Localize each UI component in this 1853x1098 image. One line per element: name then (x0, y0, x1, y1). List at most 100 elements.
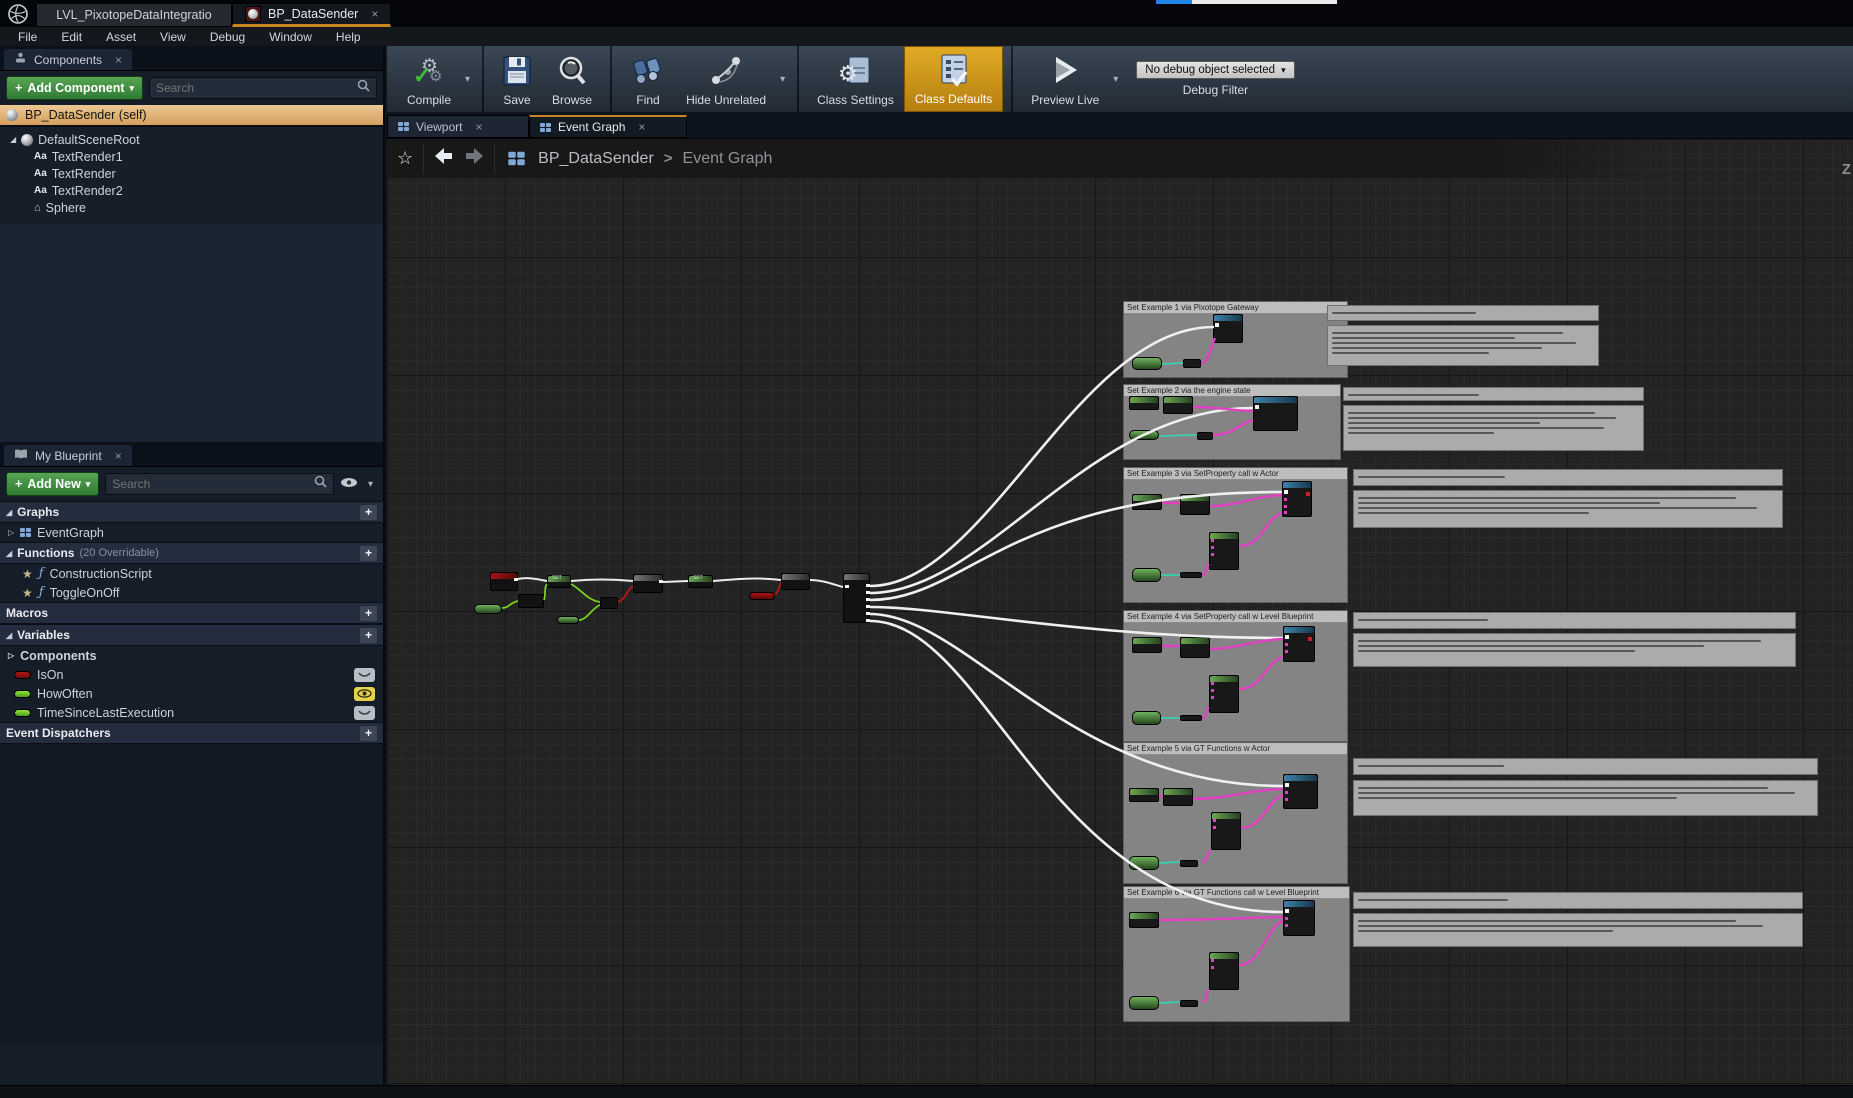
convert-node[interactable] (1180, 572, 1202, 578)
row-variable-timesincelastexecution[interactable]: TimeSinceLastExecution (0, 703, 383, 722)
tree-row-textrender[interactable]: Aa TextRender (0, 165, 383, 182)
make-property-node[interactable] (1211, 812, 1241, 850)
close-icon[interactable]: × (371, 7, 378, 21)
sequence-node[interactable] (843, 573, 870, 623)
visibility-filter-eye-icon[interactable] (340, 475, 358, 493)
code-note-title-3[interactable] (1353, 469, 1783, 486)
code-note-body-4[interactable] (1353, 633, 1796, 667)
pure-function-node[interactable] (1132, 494, 1162, 510)
menu-file[interactable]: File (6, 27, 49, 46)
chevron-down-icon[interactable]: ▾ (364, 479, 377, 490)
code-note-title-4[interactable] (1353, 612, 1796, 629)
hide-unrelated-button[interactable]: Hide Unrelated (676, 46, 776, 112)
add-variable-button[interactable]: + (360, 628, 377, 643)
make-property-node[interactable] (1209, 675, 1239, 713)
set-property-function-node[interactable] (1283, 626, 1315, 662)
section-variables[interactable]: ◢ Variables + (0, 624, 383, 646)
row-toggleonoff[interactable]: ★ ƒ ToggleOnOff (0, 583, 383, 602)
menu-help[interactable]: Help (324, 27, 373, 46)
row-variable-ison[interactable]: IsOn (0, 665, 383, 684)
variable-get-node[interactable] (557, 616, 579, 624)
add-event-dispatcher-button[interactable]: + (360, 726, 377, 741)
add-graph-button[interactable]: + (360, 505, 377, 520)
compare-node[interactable] (600, 597, 618, 609)
class-defaults-button[interactable]: Class Defaults (904, 46, 1003, 112)
class-settings-button[interactable]: ⚙ Class Settings (807, 46, 904, 112)
row-variable-howoften[interactable]: HowOften (0, 684, 383, 703)
event-graph-canvas[interactable]: ☆ BP_DataSender > Event Graph Z Set Exam… (387, 139, 1853, 1085)
convert-node[interactable] (1183, 359, 1201, 368)
code-note-title-2[interactable] (1343, 387, 1644, 401)
convert-node[interactable] (1180, 860, 1198, 867)
add-function-button[interactable]: + (360, 546, 377, 561)
row-eventgraph[interactable]: ▷ EventGraph (0, 523, 383, 542)
save-button[interactable]: Save (492, 46, 542, 112)
section-macros[interactable]: Macros + (0, 602, 383, 624)
event-tick-node[interactable] (490, 572, 518, 591)
tree-row-textrender1[interactable]: Aa TextRender1 (0, 148, 383, 165)
pure-function-node[interactable] (1180, 637, 1210, 658)
close-icon[interactable]: × (475, 120, 482, 134)
code-note-title-5[interactable] (1353, 758, 1818, 775)
preview-live-options-caret[interactable]: ▾ (1109, 74, 1122, 85)
close-icon[interactable]: × (115, 53, 122, 67)
browse-button[interactable]: Browse (542, 46, 602, 112)
tree-row-textrender2[interactable]: Aa TextRender2 (0, 182, 383, 199)
favorite-star-icon[interactable]: ☆ (397, 148, 413, 169)
branch-node[interactable] (633, 574, 663, 593)
find-button[interactable]: Find (620, 46, 676, 112)
expand-icon[interactable]: ▷ (8, 651, 14, 660)
expand-icon[interactable]: ▷ (8, 528, 14, 537)
tree-row-sphere[interactable]: ⌂ Sphere (0, 199, 383, 216)
gt-function-node[interactable] (1283, 900, 1315, 936)
compile-options-caret[interactable]: ▾ (461, 74, 474, 85)
asset-tab-level[interactable]: LVL_PixotopeDataIntegratio (36, 3, 232, 27)
tab-viewport[interactable]: Viewport × (387, 115, 529, 138)
visibility-eye-button-exposed[interactable] (354, 687, 375, 701)
code-note-body-1[interactable] (1327, 325, 1599, 366)
gateway-function-node[interactable] (1213, 314, 1243, 343)
tab-my-blueprint[interactable]: My Blueprint × (4, 445, 132, 466)
code-note-body-2[interactable] (1343, 405, 1644, 451)
code-note-body-5[interactable] (1353, 780, 1818, 816)
make-property-node[interactable] (1209, 952, 1239, 990)
pure-function-node[interactable] (1163, 396, 1193, 414)
close-icon[interactable]: × (638, 120, 645, 134)
variable-get-node[interactable] (1132, 711, 1161, 725)
code-note-body-6[interactable] (1353, 913, 1803, 947)
tab-components[interactable]: Components × (4, 49, 132, 70)
engine-state-function-node[interactable] (1253, 396, 1298, 431)
menu-window[interactable]: Window (257, 27, 324, 46)
menu-debug[interactable]: Debug (198, 27, 257, 46)
row-variables-components-group[interactable]: ▷ Components (0, 646, 383, 665)
code-note-title-6[interactable] (1353, 892, 1803, 909)
my-blueprint-search-input[interactable] (112, 477, 314, 491)
pure-function-node[interactable] (1129, 396, 1159, 410)
make-property-node[interactable] (1209, 532, 1239, 570)
unreal-logo-icon[interactable] (0, 0, 36, 27)
tab-event-graph[interactable]: Event Graph × (529, 115, 687, 138)
section-event-dispatchers[interactable]: Event Dispatchers + (0, 722, 383, 744)
back-arrow-icon[interactable] (434, 147, 454, 170)
variable-get-node[interactable] (474, 604, 502, 614)
component-row-self[interactable]: BP_DataSender (self) (0, 105, 383, 127)
menu-edit[interactable]: Edit (49, 27, 94, 46)
convert-node[interactable] (1197, 432, 1213, 440)
add-float-node[interactable] (518, 594, 544, 608)
forward-arrow-icon[interactable] (464, 147, 484, 170)
pure-function-node[interactable] (1129, 912, 1159, 928)
section-graphs[interactable]: ◢ Graphs + (0, 501, 383, 523)
variable-get-node[interactable] (1129, 856, 1159, 870)
close-icon[interactable]: × (115, 449, 122, 463)
convert-node[interactable] (1180, 715, 1202, 721)
add-macro-button[interactable]: + (360, 606, 377, 621)
preview-live-button[interactable]: Preview Live (1021, 46, 1109, 112)
debug-object-dropdown[interactable]: No debug object selected ▾ (1136, 61, 1294, 79)
code-note-body-3[interactable] (1353, 490, 1783, 528)
components-search-input[interactable] (156, 81, 357, 95)
pure-function-node[interactable] (1180, 494, 1210, 515)
tree-row-defaultsceneroot[interactable]: ◢ DefaultSceneRoot (0, 131, 383, 148)
add-component-button[interactable]: + Add Component ▾ (6, 76, 143, 100)
menu-view[interactable]: View (148, 27, 198, 46)
pure-function-node[interactable] (1129, 788, 1159, 802)
